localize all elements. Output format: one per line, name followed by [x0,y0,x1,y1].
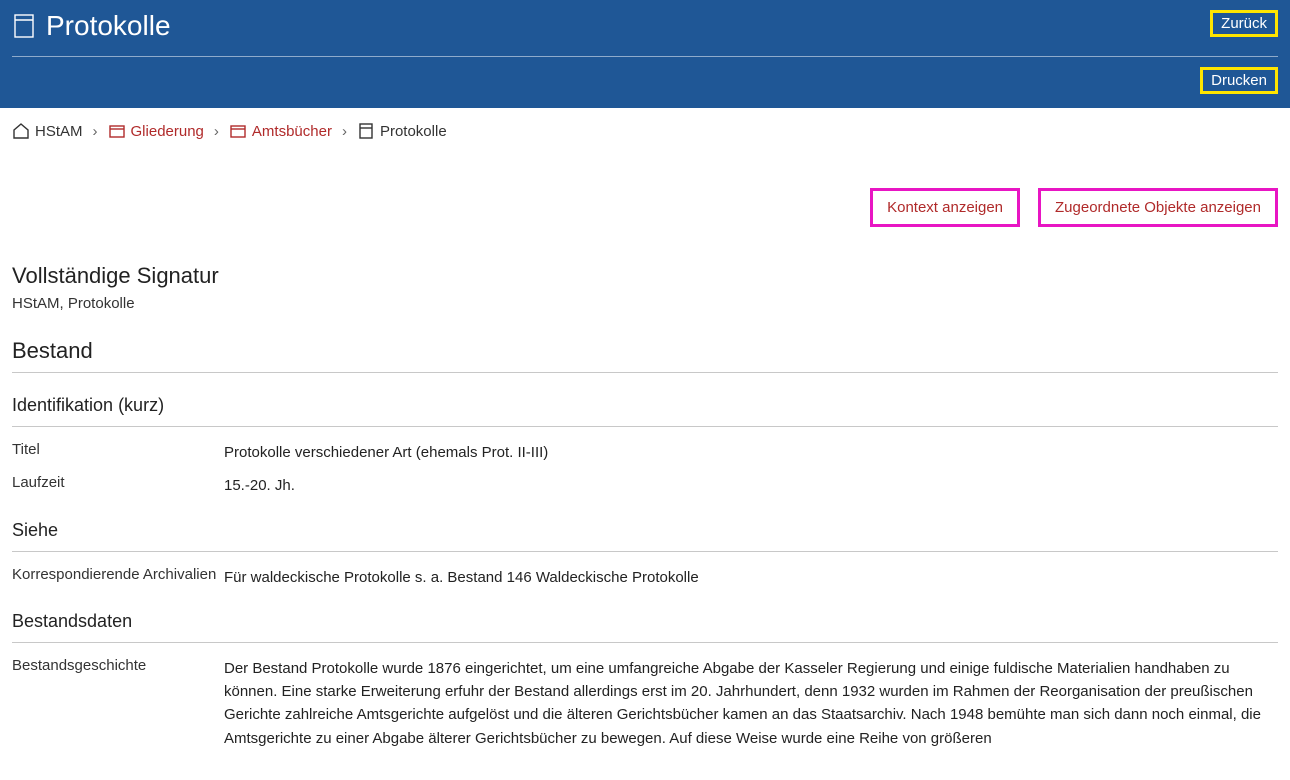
breadcrumb-label: Gliederung [131,123,204,140]
header-divider [12,56,1278,57]
signature-value: HStAM, Protokolle [12,295,1278,312]
header-top: Protokolle Zurück [12,10,1278,42]
breadcrumb-item-gliederung[interactable]: Gliederung [108,122,204,140]
content: Kontext anzeigen Zugeordnete Objekte anz… [0,148,1290,780]
page-title: Protokolle [12,10,171,42]
breadcrumb-label: HStAM [35,123,83,140]
breadcrumb-item-hstam[interactable]: HStAM [12,122,83,140]
chevron-right-icon: › [93,123,98,140]
breadcrumb-item-protokolle: Protokolle [357,122,447,140]
siehe-heading: Siehe [12,520,1278,552]
document-icon [12,12,36,40]
field-value: Protokolle verschiedener Art (ehemals Pr… [224,441,1278,464]
field-label: Bestandsgeschichte [12,657,224,674]
field-value: Der Bestand Protokolle wurde 1876 einger… [224,657,1278,750]
field-value: Für waldeckische Protokolle s. a. Bestan… [224,566,1278,589]
breadcrumb-label: Protokolle [380,123,447,140]
field-row-bestandsgeschichte: Bestandsgeschichte Der Bestand Protokoll… [12,657,1278,750]
action-row: Kontext anzeigen Zugeordnete Objekte anz… [12,188,1278,227]
header-bar: Protokolle Zurück Drucken [0,0,1290,108]
folder-icon [108,122,126,140]
show-context-button[interactable]: Kontext anzeigen [870,188,1020,227]
field-label: Korrespondierende Archivalien [12,566,224,583]
chevron-right-icon: › [342,123,347,140]
signature-heading: Vollständige Signatur [12,263,1278,289]
print-button[interactable]: Drucken [1200,67,1278,94]
field-label: Titel [12,441,224,458]
breadcrumb: HStAM › Gliederung › Amtsbücher › Protok… [0,108,1290,148]
field-row-korrespondierende: Korrespondierende Archivalien Für waldec… [12,566,1278,589]
back-button[interactable]: Zurück [1210,10,1278,37]
home-icon [12,122,30,140]
chevron-right-icon: › [214,123,219,140]
field-row-titel: Titel Protokolle verschiedener Art (ehem… [12,441,1278,464]
document-icon [357,122,375,140]
bestandsdaten-heading: Bestandsdaten [12,611,1278,643]
breadcrumb-label: Amtsbücher [252,123,332,140]
field-label: Laufzeit [12,474,224,491]
field-value: 15.-20. Jh. [224,474,1278,497]
breadcrumb-item-amtsbuecher[interactable]: Amtsbücher [229,122,332,140]
field-row-laufzeit: Laufzeit 15.-20. Jh. [12,474,1278,497]
bestand-heading: Bestand [12,338,1278,373]
folder-icon [229,122,247,140]
identification-heading: Identifikation (kurz) [12,395,1278,427]
page-title-text: Protokolle [46,10,171,42]
header-bottom: Drucken [12,67,1278,94]
show-assigned-objects-button[interactable]: Zugeordnete Objekte anzeigen [1038,188,1278,227]
